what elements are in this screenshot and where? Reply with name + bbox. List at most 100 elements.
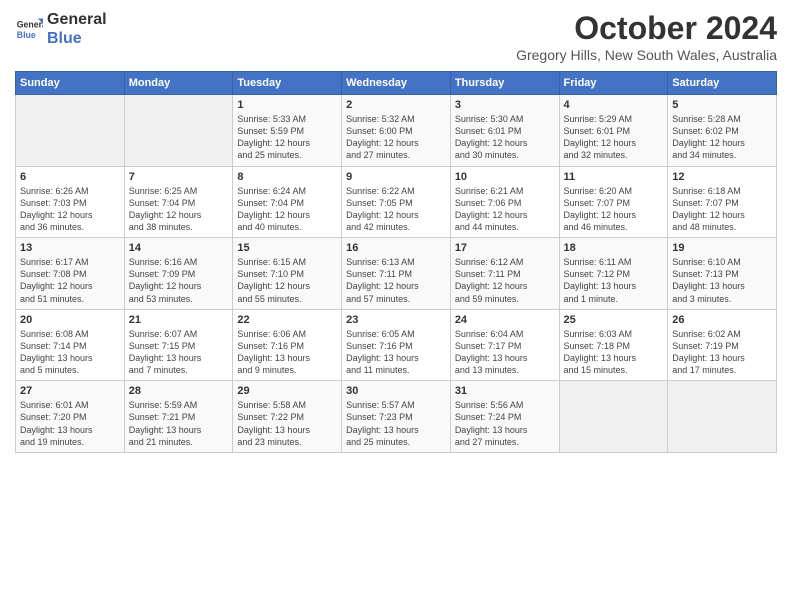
day-info: Sunrise: 6:17 AMSunset: 7:08 PMDaylight:… <box>20 256 120 305</box>
day-number: 28 <box>129 385 229 397</box>
day-header: Saturday <box>668 72 777 95</box>
day-info: Sunrise: 6:03 AMSunset: 7:18 PMDaylight:… <box>564 328 664 377</box>
calendar-body: 1Sunrise: 5:33 AMSunset: 5:59 PMDaylight… <box>16 95 777 453</box>
day-info: Sunrise: 6:22 AMSunset: 7:05 PMDaylight:… <box>346 185 446 234</box>
day-number: 15 <box>237 242 337 254</box>
calendar-cell: 1Sunrise: 5:33 AMSunset: 5:59 PMDaylight… <box>233 95 342 167</box>
day-info: Sunrise: 6:18 AMSunset: 7:07 PMDaylight:… <box>672 185 772 234</box>
day-number: 26 <box>672 314 772 326</box>
calendar-cell: 30 Sunrise: 5:57 AMSunset: 7:23 PMDayligh… <box>342 381 451 453</box>
day-info: Sunrise: 6:01 AMSunset: 7:20 PMDaylight:… <box>20 399 120 448</box>
calendar-cell: 9 Sunrise: 6:22 AMSunset: 7:05 PMDaylight… <box>342 166 451 238</box>
day-info: Sunrise: 6:21 AMSunset: 7:06 PMDaylight:… <box>455 185 555 234</box>
svg-text:Blue: Blue <box>17 30 36 40</box>
calendar-cell: 20 Sunrise: 6:08 AMSunset: 7:14 PMDayligh… <box>16 309 125 381</box>
day-number: 3 <box>455 99 555 111</box>
day-info: Sunrise: 6:07 AMSunset: 7:15 PMDaylight:… <box>129 328 229 377</box>
day-header: Thursday <box>450 72 559 95</box>
logo: General Blue General Blue <box>15 10 107 48</box>
day-info: Sunrise: 6:12 AMSunset: 7:11 PMDaylight:… <box>455 256 555 305</box>
day-number: 1 <box>237 99 337 111</box>
day-info: Sunrise: 6:16 AMSunset: 7:09 PMDaylight:… <box>129 256 229 305</box>
day-info: Sunrise: 6:20 AMSunset: 7:07 PMDaylight:… <box>564 185 664 234</box>
day-number: 14 <box>129 242 229 254</box>
title-block: October 2024 Gregory Hills, New South Wa… <box>516 10 777 63</box>
calendar-cell <box>124 95 233 167</box>
day-number: 17 <box>455 242 555 254</box>
day-number: 23 <box>346 314 446 326</box>
calendar-cell: 13 Sunrise: 6:17 AMSunset: 7:08 PMDayligh… <box>16 238 125 310</box>
day-info: Sunrise: 6:06 AMSunset: 7:16 PMDaylight:… <box>237 328 337 377</box>
day-header: Tuesday <box>233 72 342 95</box>
calendar-cell <box>559 381 668 453</box>
day-number: 22 <box>237 314 337 326</box>
calendar-cell: 28 Sunrise: 5:59 AMSunset: 7:21 PMDayligh… <box>124 381 233 453</box>
page-header: General Blue General Blue October 2024 G… <box>15 10 777 63</box>
calendar-cell: 23 Sunrise: 6:05 AMSunset: 7:16 PMDayligh… <box>342 309 451 381</box>
calendar-cell: 31Sunrise: 5:56 AMSunset: 7:24 PMDayligh… <box>450 381 559 453</box>
day-number: 25 <box>564 314 664 326</box>
day-info: Sunrise: 6:04 AMSunset: 7:17 PMDaylight:… <box>455 328 555 377</box>
location: Gregory Hills, New South Wales, Australi… <box>516 47 777 63</box>
logo-icon: General Blue <box>15 15 43 43</box>
month-title: October 2024 <box>516 10 777 47</box>
day-info: Sunrise: 6:08 AMSunset: 7:14 PMDaylight:… <box>20 328 120 377</box>
calendar-cell: 18Sunrise: 6:11 AMSunset: 7:12 PMDayligh… <box>559 238 668 310</box>
day-number: 12 <box>672 171 772 183</box>
day-info: Sunrise: 6:25 AMSunset: 7:04 PMDaylight:… <box>129 185 229 234</box>
calendar-cell: 14 Sunrise: 6:16 AMSunset: 7:09 PMDayligh… <box>124 238 233 310</box>
day-number: 30 <box>346 385 446 397</box>
calendar-cell: 5Sunrise: 5:28 AMSunset: 6:02 PMDaylight… <box>668 95 777 167</box>
calendar-cell: 4Sunrise: 5:29 AMSunset: 6:01 PMDaylight… <box>559 95 668 167</box>
day-info: Sunrise: 6:02 AMSunset: 7:19 PMDaylight:… <box>672 328 772 377</box>
day-number: 19 <box>672 242 772 254</box>
calendar-cell: 27 Sunrise: 6:01 AMSunset: 7:20 PMDayligh… <box>16 381 125 453</box>
calendar-cell: 29Sunrise: 5:58 AMSunset: 7:22 PMDayligh… <box>233 381 342 453</box>
calendar-cell <box>16 95 125 167</box>
day-number: 29 <box>237 385 337 397</box>
day-number: 16 <box>346 242 446 254</box>
day-info: Sunrise: 5:28 AMSunset: 6:02 PMDaylight:… <box>672 113 772 162</box>
day-number: 9 <box>346 171 446 183</box>
day-info: Sunrise: 5:32 AMSunset: 6:00 PMDaylight:… <box>346 113 446 162</box>
calendar-week-row: 6Sunrise: 6:26 AMSunset: 7:03 PMDaylight… <box>16 166 777 238</box>
day-number: 4 <box>564 99 664 111</box>
calendar-cell: 21 Sunrise: 6:07 AMSunset: 7:15 PMDayligh… <box>124 309 233 381</box>
day-number: 8 <box>237 171 337 183</box>
calendar-cell: 7 Sunrise: 6:25 AMSunset: 7:04 PMDaylight… <box>124 166 233 238</box>
day-number: 10 <box>455 171 555 183</box>
calendar-cell: 16 Sunrise: 6:13 AMSunset: 7:11 PMDayligh… <box>342 238 451 310</box>
calendar-week-row: 20 Sunrise: 6:08 AMSunset: 7:14 PMDayligh… <box>16 309 777 381</box>
day-number: 27 <box>20 385 120 397</box>
day-number: 7 <box>129 171 229 183</box>
calendar-week-row: 1Sunrise: 5:33 AMSunset: 5:59 PMDaylight… <box>16 95 777 167</box>
calendar-cell: 6Sunrise: 6:26 AMSunset: 7:03 PMDaylight… <box>16 166 125 238</box>
day-info: Sunrise: 6:15 AMSunset: 7:10 PMDaylight:… <box>237 256 337 305</box>
calendar-cell: 22 Sunrise: 6:06 AMSunset: 7:16 PMDayligh… <box>233 309 342 381</box>
calendar-cell: 3 Sunrise: 5:30 AMSunset: 6:01 PMDaylight… <box>450 95 559 167</box>
day-header: Friday <box>559 72 668 95</box>
day-number: 20 <box>20 314 120 326</box>
calendar-header-row: SundayMondayTuesdayWednesdayThursdayFrid… <box>16 72 777 95</box>
day-number: 31 <box>455 385 555 397</box>
calendar-cell: 8 Sunrise: 6:24 AMSunset: 7:04 PMDaylight… <box>233 166 342 238</box>
day-number: 2 <box>346 99 446 111</box>
day-number: 13 <box>20 242 120 254</box>
svg-text:General: General <box>17 19 43 29</box>
day-info: Sunrise: 6:05 AMSunset: 7:16 PMDaylight:… <box>346 328 446 377</box>
day-info: Sunrise: 5:57 AMSunset: 7:23 PMDaylight:… <box>346 399 446 448</box>
day-info: Sunrise: 5:30 AMSunset: 6:01 PMDaylight:… <box>455 113 555 162</box>
calendar-week-row: 27 Sunrise: 6:01 AMSunset: 7:20 PMDayligh… <box>16 381 777 453</box>
day-info: Sunrise: 6:11 AMSunset: 7:12 PMDaylight:… <box>564 256 664 305</box>
day-info: Sunrise: 6:24 AMSunset: 7:04 PMDaylight:… <box>237 185 337 234</box>
day-header: Wednesday <box>342 72 451 95</box>
day-header: Sunday <box>16 72 125 95</box>
calendar-cell: 17 Sunrise: 6:12 AMSunset: 7:11 PMDayligh… <box>450 238 559 310</box>
day-number: 21 <box>129 314 229 326</box>
day-info: Sunrise: 6:13 AMSunset: 7:11 PMDaylight:… <box>346 256 446 305</box>
calendar-cell: 24Sunrise: 6:04 AMSunset: 7:17 PMDayligh… <box>450 309 559 381</box>
calendar-cell: 19Sunrise: 6:10 AMSunset: 7:13 PMDayligh… <box>668 238 777 310</box>
day-info: Sunrise: 5:59 AMSunset: 7:21 PMDaylight:… <box>129 399 229 448</box>
logo-text: General Blue <box>47 10 107 48</box>
calendar-cell <box>668 381 777 453</box>
